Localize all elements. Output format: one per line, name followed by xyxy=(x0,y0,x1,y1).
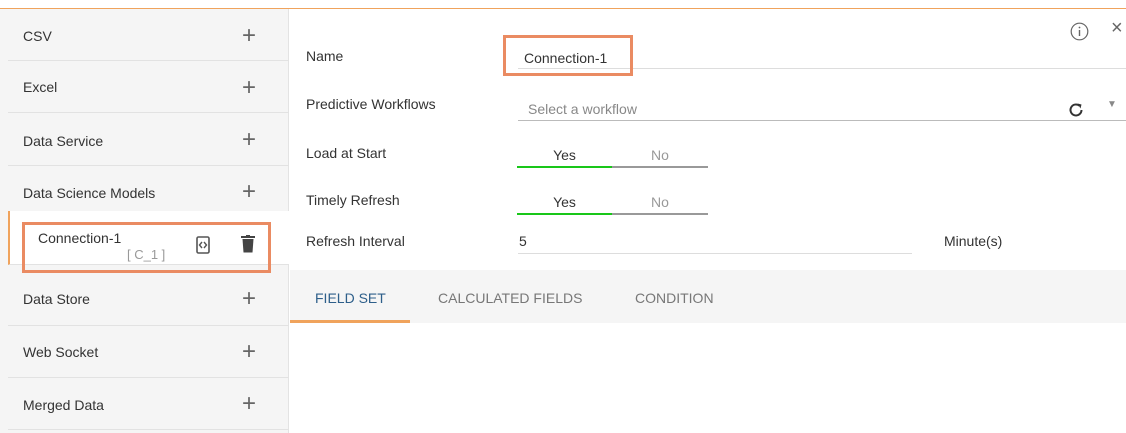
tabs-bar: FIELD SET CALCULATED FIELDS CONDITION xyxy=(290,270,1126,323)
script-icon[interactable] xyxy=(196,236,210,254)
tab-condition[interactable]: CONDITION xyxy=(635,290,714,306)
sidebar-item-label: Data Service xyxy=(23,133,104,149)
sidebar-item-label: Web Socket xyxy=(23,344,99,360)
load-yes-option[interactable]: Yes xyxy=(517,147,612,168)
timely-refresh-toggle[interactable]: Yes No xyxy=(517,194,708,215)
workflow-label: Predictive Workflows xyxy=(306,96,436,112)
add-icon[interactable]: + xyxy=(238,287,260,311)
sidebar-item-csv[interactable]: CSV + xyxy=(8,9,289,61)
refresh-interval-label: Refresh Interval xyxy=(306,233,405,249)
load-at-start-label: Load at Start xyxy=(306,145,387,161)
interval-unit: Minute(s) xyxy=(944,233,1003,249)
refresh-no-option[interactable]: No xyxy=(612,194,708,215)
refresh-interval-input[interactable]: 5 xyxy=(518,233,912,254)
active-tab-indicator xyxy=(290,320,410,323)
sidebar-item-label: Data Science Models xyxy=(23,185,156,201)
sidebar-item-label: CSV xyxy=(23,28,52,44)
chevron-down-icon[interactable]: ▼ xyxy=(1107,99,1117,110)
sidebar-item-label: Data Store xyxy=(23,291,90,307)
sidebar-item-data-service[interactable]: Data Service + xyxy=(8,114,289,166)
add-icon[interactable]: + xyxy=(238,128,260,152)
refresh-icon[interactable] xyxy=(1067,101,1085,119)
name-highlight-box xyxy=(503,35,633,76)
workflow-placeholder: Select a workflow xyxy=(528,101,637,117)
timely-refresh-label: Timely Refresh xyxy=(306,192,400,208)
sidebar-item-label: Excel xyxy=(23,79,58,95)
trash-icon[interactable] xyxy=(241,235,255,253)
info-icon[interactable] xyxy=(1070,22,1089,41)
add-icon[interactable]: + xyxy=(238,180,260,204)
add-icon[interactable]: + xyxy=(238,340,260,364)
tab-field-set[interactable]: FIELD SET xyxy=(315,290,386,306)
add-icon[interactable]: + xyxy=(238,76,260,100)
load-no-option[interactable]: No xyxy=(612,147,708,168)
add-icon[interactable]: + xyxy=(238,24,260,48)
tab-calculated-fields[interactable]: CALCULATED FIELDS xyxy=(438,290,582,306)
workflow-select[interactable]: Select a workflow xyxy=(518,97,1126,121)
name-label: Name xyxy=(306,48,344,64)
sidebar-item-excel[interactable]: Excel + xyxy=(8,61,289,113)
sidebar-item-label: Merged Data xyxy=(23,397,104,413)
connection-id: [ C_1 ] xyxy=(127,247,166,262)
close-icon[interactable]: × xyxy=(1111,18,1123,38)
sidebar-item-merged-data[interactable]: Merged Data + xyxy=(8,378,289,430)
sidebar-item-data-store[interactable]: Data Store + xyxy=(8,274,289,326)
load-at-start-toggle[interactable]: Yes No xyxy=(517,147,708,168)
refresh-yes-option[interactable]: Yes xyxy=(517,194,612,215)
add-icon[interactable]: + xyxy=(238,392,260,416)
sidebar-item-web-socket[interactable]: Web Socket + xyxy=(8,326,289,378)
connection-label: Connection-1 xyxy=(38,230,122,246)
